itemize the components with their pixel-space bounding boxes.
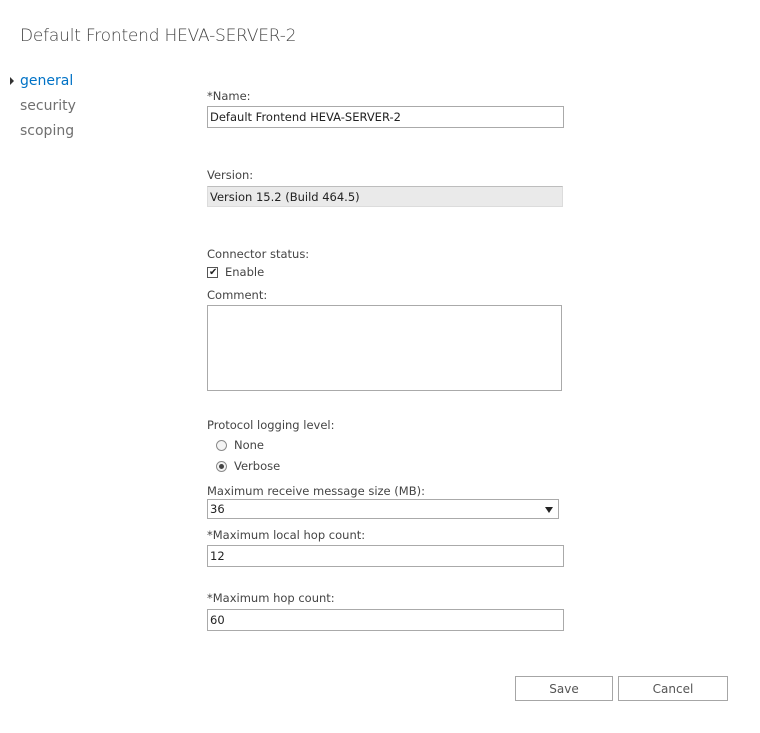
cancel-button[interactable]: Cancel	[618, 676, 728, 701]
checkmark-icon: ✔	[209, 266, 218, 278]
protocol-logging-label: Protocol logging level:	[207, 418, 335, 432]
page-title: Default Frontend HEVA-SERVER-2	[20, 26, 297, 46]
nav-item-security[interactable]: security	[8, 97, 76, 122]
radio-verbose-label: Verbose	[234, 459, 281, 473]
enable-checkbox[interactable]: ✔	[207, 266, 218, 278]
connector-status-label: Connector status:	[207, 247, 310, 261]
max-receive-size-value: 36	[210, 502, 225, 516]
name-input[interactable]	[207, 106, 564, 128]
triangle-right-icon	[10, 77, 14, 85]
enable-label: Enable	[225, 265, 265, 279]
nav-item-label: general	[20, 73, 74, 89]
comment-label: Comment:	[207, 288, 268, 302]
max-hop-input[interactable]	[207, 609, 564, 631]
save-button[interactable]: Save	[515, 676, 613, 701]
radio-verbose[interactable]	[216, 460, 227, 472]
radio-verbose-row[interactable]: Verbose	[216, 459, 280, 473]
max-local-hop-input[interactable]	[207, 545, 564, 567]
max-receive-size-select[interactable]: 36	[207, 499, 559, 519]
name-label: *Name:	[207, 89, 251, 103]
chevron-down-icon	[545, 507, 553, 513]
radio-none-label: None	[234, 438, 265, 452]
version-field: Version 15.2 (Build 464.5)	[207, 186, 563, 207]
radio-none[interactable]	[216, 439, 227, 451]
nav-item-label: security	[20, 98, 76, 114]
enable-checkbox-row[interactable]: ✔ Enable	[207, 265, 264, 279]
nav-item-scoping[interactable]: scoping	[8, 122, 76, 147]
max-hop-label: *Maximum hop count:	[207, 591, 335, 605]
max-local-hop-label: *Maximum local hop count:	[207, 528, 366, 542]
max-receive-size-label: Maximum receive message size (MB):	[207, 484, 425, 498]
nav-item-label: scoping	[20, 123, 75, 139]
comment-textarea[interactable]	[207, 305, 562, 391]
nav-item-general[interactable]: general	[8, 72, 76, 97]
version-label: Version:	[207, 168, 254, 182]
radio-none-row[interactable]: None	[216, 438, 264, 452]
section-nav: general security scoping	[8, 72, 76, 147]
